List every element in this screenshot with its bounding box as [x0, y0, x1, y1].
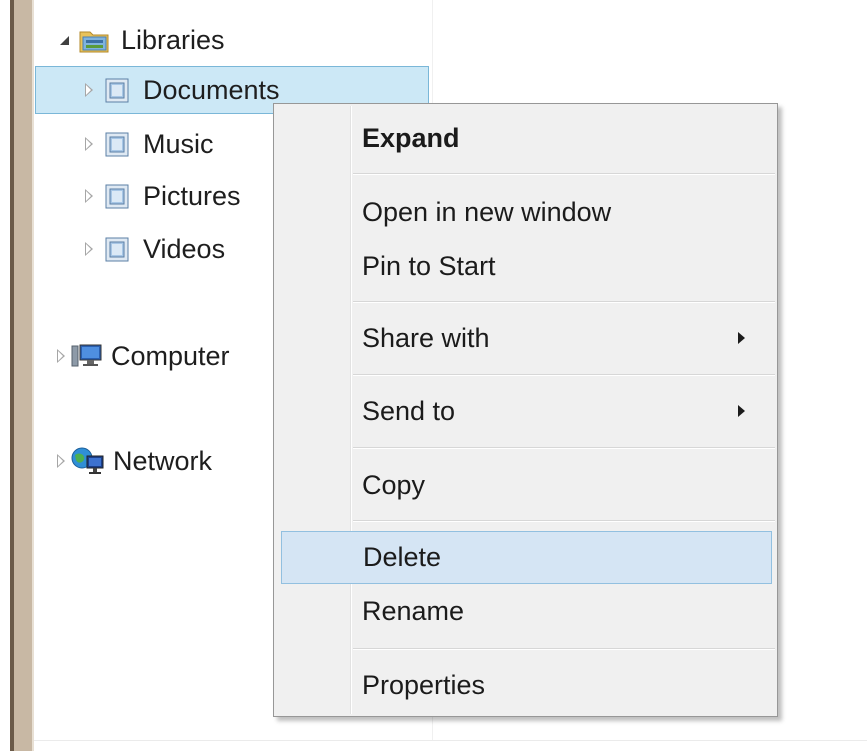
collapse-arrow-icon[interactable] [57, 349, 65, 363]
menu-label-share-with: Share with [362, 322, 490, 353]
menu-label-delete: Delete [363, 542, 442, 572]
library-icon [103, 182, 131, 210]
computer-icon [71, 343, 103, 369]
menu-item-expand[interactable]: Expand [276, 113, 775, 163]
collapse-arrow-icon[interactable] [85, 83, 93, 97]
tree-label-libraries: Libraries [121, 24, 225, 55]
menu-label-expand: Expand [362, 122, 460, 153]
menu-item-share-with[interactable]: Share with [276, 313, 775, 363]
menu-separator [353, 520, 775, 522]
tree-label-music: Music [143, 128, 214, 159]
menu-item-properties[interactable]: Properties [276, 660, 775, 710]
context-menu: Expand Open in new window Pin to Start S… [273, 103, 778, 717]
menu-item-copy[interactable]: Copy [276, 460, 775, 510]
collapse-arrow-icon[interactable] [85, 242, 93, 256]
library-icon [103, 76, 131, 104]
menu-separator [353, 301, 775, 303]
tree-label-documents: Documents [143, 74, 280, 105]
libraries-folder-icon [79, 27, 109, 53]
collapse-arrow-icon[interactable] [85, 189, 93, 203]
menu-item-open-new-window[interactable]: Open in new window [276, 187, 775, 237]
bottom-border [34, 740, 867, 741]
library-icon [103, 130, 131, 158]
tree-item-pictures[interactable]: Pictures [85, 172, 241, 220]
tree-item-music[interactable]: Music [85, 120, 214, 168]
menu-separator [353, 374, 775, 376]
menu-item-pin-to-start[interactable]: Pin to Start [276, 241, 775, 291]
menu-item-rename[interactable]: Rename [276, 586, 775, 636]
collapse-arrow-icon[interactable] [85, 137, 93, 151]
tree-label-pictures: Pictures [143, 180, 241, 211]
expand-arrow-icon[interactable] [60, 35, 69, 45]
menu-separator [353, 173, 775, 175]
tree-label-computer: Computer [111, 340, 230, 371]
menu-separator [353, 648, 775, 650]
menu-item-send-to[interactable]: Send to [276, 386, 775, 436]
collapse-arrow-icon[interactable] [57, 454, 65, 468]
tree-item-libraries[interactable]: Libraries [60, 16, 225, 64]
menu-separator [353, 447, 775, 449]
menu-label-properties: Properties [362, 669, 486, 700]
network-icon [71, 447, 105, 475]
submenu-arrow-icon [738, 405, 745, 417]
menu-label-copy: Copy [362, 469, 426, 500]
window-left-edge [0, 0, 34, 751]
menu-label-open-new-window: Open in new window [362, 196, 612, 227]
menu-label-rename: Rename [362, 595, 465, 626]
menu-label-pin-to-start: Pin to Start [362, 250, 496, 281]
tree-item-computer[interactable]: Computer [57, 332, 230, 380]
tree-item-videos[interactable]: Videos [85, 225, 225, 273]
tree-label-videos: Videos [143, 233, 226, 264]
tree-label-network: Network [113, 445, 213, 476]
menu-item-delete[interactable]: Delete [281, 531, 772, 584]
submenu-arrow-icon [738, 332, 745, 344]
tree-item-network[interactable]: Network [57, 437, 212, 485]
menu-label-send-to: Send to [362, 395, 456, 426]
library-icon [103, 235, 131, 263]
